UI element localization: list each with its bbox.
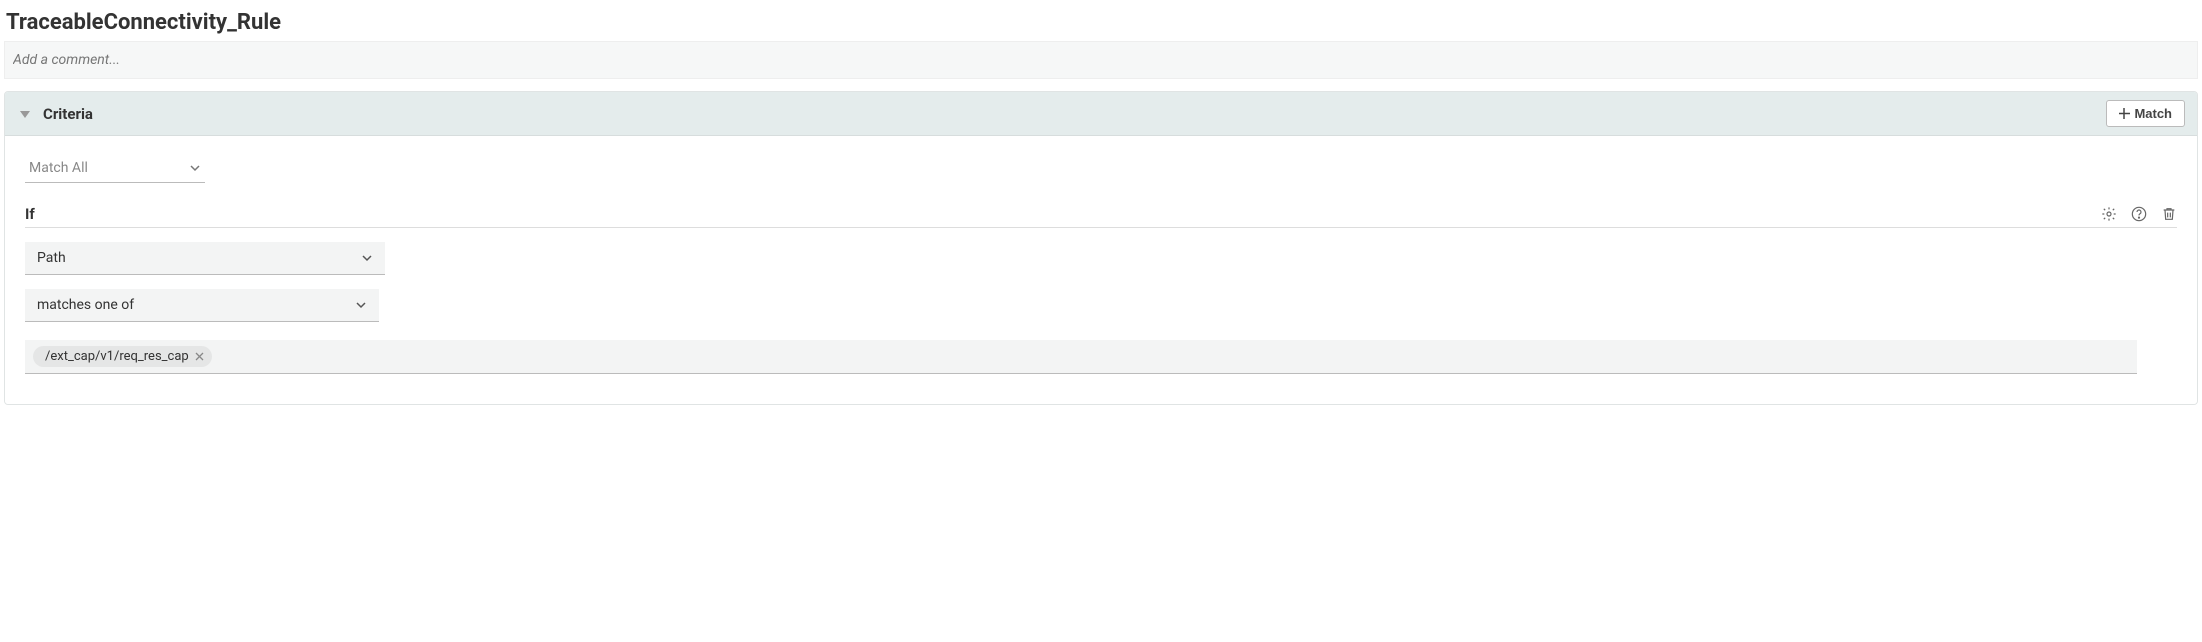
operator-select[interactable]: matches one of (25, 289, 379, 322)
value-chip: /ext_cap/v1/req_res_cap (33, 346, 212, 367)
chip-remove-icon[interactable] (195, 352, 204, 361)
trash-icon[interactable] (2161, 206, 2177, 222)
match-mode-select[interactable]: Match All (25, 154, 205, 183)
criteria-section-title: Criteria (43, 105, 2106, 123)
comment-input[interactable] (13, 52, 2189, 68)
operator-value: matches one of (37, 297, 134, 313)
field-value: Path (37, 250, 66, 266)
criteria-panel: Criteria Match Match All If (4, 91, 2198, 405)
match-mode-value: Match All (29, 160, 88, 176)
gear-icon[interactable] (2101, 206, 2117, 222)
criteria-body: Match All If (5, 136, 2197, 404)
if-label: If (25, 205, 2101, 223)
collapse-arrow-icon[interactable] (17, 106, 33, 122)
comment-box (4, 41, 2198, 79)
value-input[interactable]: /ext_cap/v1/req_res_cap (25, 340, 2137, 374)
criteria-header: Criteria Match (5, 92, 2197, 136)
plus-icon (2119, 108, 2130, 119)
chevron-down-icon (355, 299, 367, 311)
rule-title: TraceableConnectivity_Rule (4, 4, 2198, 41)
help-icon[interactable] (2131, 206, 2147, 222)
field-select[interactable]: Path (25, 242, 385, 275)
add-match-label: Match (2134, 106, 2172, 121)
chevron-down-icon (361, 252, 373, 264)
chevron-down-icon (189, 162, 201, 174)
chip-text: /ext_cap/v1/req_res_cap (45, 349, 189, 364)
add-match-button[interactable]: Match (2106, 100, 2185, 127)
condition-actions (2101, 206, 2177, 222)
condition-header-row: If (25, 205, 2177, 228)
